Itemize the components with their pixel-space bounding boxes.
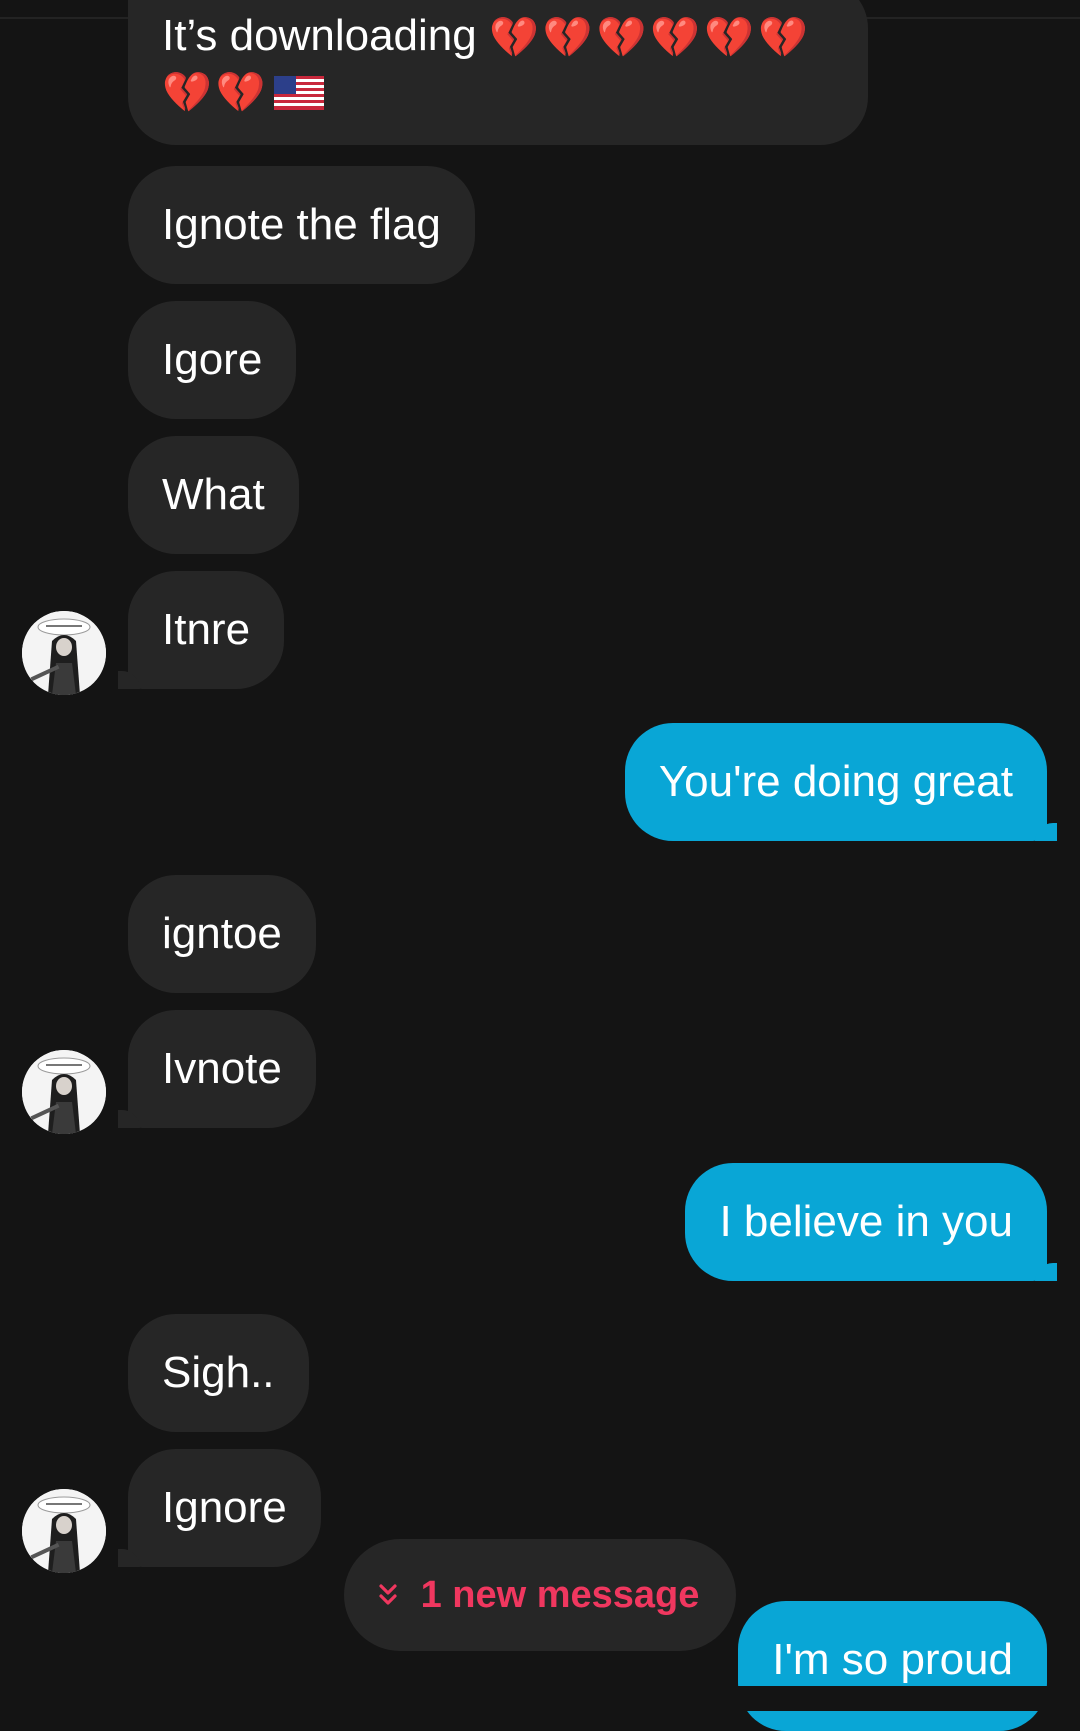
- broken-heart-icon: 💔: [215, 69, 266, 116]
- message-bubble-incoming[interactable]: Igore: [128, 301, 297, 419]
- avatar-image: [22, 611, 106, 695]
- message-text: It’s downloading: [162, 11, 477, 60]
- message-bubble-outgoing[interactable]: You're doing great: [624, 723, 1058, 841]
- broken-heart-icon: 💔: [596, 15, 647, 62]
- message-bubble-incoming[interactable]: Itnre: [117, 571, 285, 689]
- broken-heart-icon: 💔: [758, 15, 808, 62]
- message-bubble-incoming[interactable]: What: [128, 436, 299, 554]
- message-text: You're doing great: [658, 757, 1013, 806]
- message-bubble-incoming[interactable]: Ignore: [118, 1449, 321, 1567]
- broken-heart-icon: 💔: [650, 15, 701, 62]
- message-bubble-incoming[interactable]: Ignote the flag: [128, 166, 475, 284]
- broken-heart-icon: 💔: [162, 69, 212, 116]
- us-flag-icon: 🇺🇸: [273, 75, 324, 110]
- message-bubble-incoming[interactable]: Sigh..: [128, 1314, 309, 1432]
- contact-avatar[interactable]: [22, 1489, 106, 1573]
- message-text: Sigh..: [162, 1348, 275, 1397]
- message-text: I believe in you: [719, 1197, 1013, 1246]
- message-text: Itnre: [162, 605, 251, 654]
- broken-heart-icon: 💔: [488, 15, 539, 62]
- new-message-label: 1 new message: [420, 1573, 700, 1616]
- message-text: Igore: [162, 335, 263, 384]
- contact-avatar[interactable]: [22, 611, 106, 695]
- new-message-button[interactable]: 1 new message: [344, 1539, 736, 1651]
- message-bubble-incoming[interactable]: Ivnote: [118, 1010, 316, 1128]
- contact-avatar[interactable]: [22, 1050, 106, 1134]
- message-text: Ignote the flag: [162, 200, 441, 249]
- broken-heart-icon: 💔: [542, 15, 593, 62]
- message-bubble-outgoing[interactable]: I believe in you: [685, 1163, 1057, 1281]
- message-text: Ivnote: [162, 1044, 282, 1093]
- avatar-image: [22, 1050, 106, 1134]
- message-text: What: [162, 470, 265, 519]
- emoji-row: 💔💔 🇺🇸: [162, 64, 834, 118]
- message-text: igntoe: [162, 909, 282, 958]
- message-text: I'm so proud: [772, 1635, 1013, 1684]
- broken-heart-icon: 💔: [704, 15, 755, 62]
- message-bubble-incoming[interactable]: It’s downloading 💔💔💔💔💔💔 💔💔 🇺🇸: [128, 0, 868, 145]
- message-bubble-incoming[interactable]: igntoe: [128, 875, 316, 993]
- double-chevron-down-icon: [378, 1584, 397, 1605]
- message-text: Ignore: [162, 1483, 287, 1532]
- message-bubble-outgoing[interactable]: I'm so proud: [738, 1601, 1047, 1731]
- viewport-bottom-edge: [0, 1686, 1080, 1711]
- avatar-image: [22, 1489, 106, 1573]
